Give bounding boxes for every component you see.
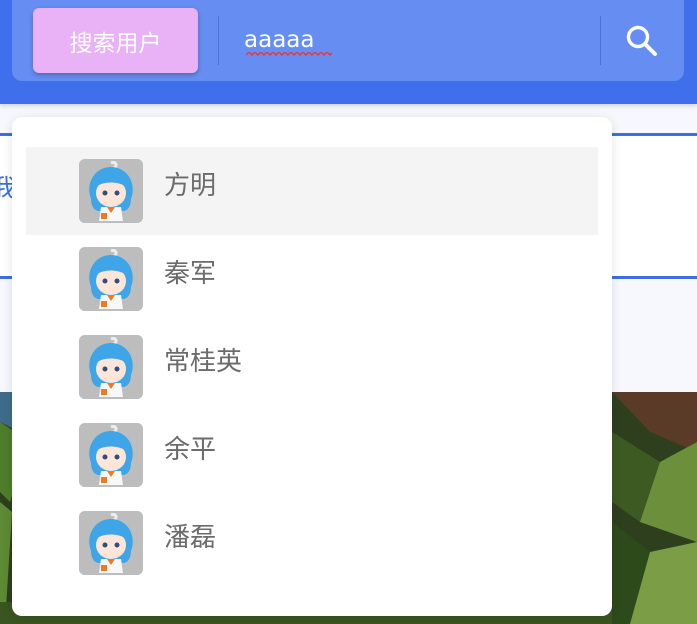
user-name: 方明 [164,171,217,201]
suggestion-item[interactable]: 余平 [26,411,598,499]
user-name: 潘磊 [164,523,217,553]
anime-girl-avatar-icon [79,159,143,223]
spellcheck-underline [246,52,332,56]
user-name: 常桂英 [164,347,243,377]
user-name: 秦军 [164,259,217,289]
anime-girl-avatar-icon [79,511,143,575]
anime-girl-avatar-icon [79,247,143,311]
suggestion-item[interactable]: 方明 [26,147,598,235]
divider [218,16,219,65]
user-name: 余平 [164,435,217,465]
search-button[interactable] [618,20,666,62]
user-suggestions-dropdown: 方明 秦军 常桂英 余平 潘磊 [12,117,612,616]
suggestion-item[interactable]: 潘磊 [26,499,598,587]
top-header: 搜索用户 [0,0,697,104]
divider [600,16,601,65]
anime-girl-avatar-icon [79,423,143,487]
suggestion-item[interactable]: 秦军 [26,235,598,323]
search-icon [626,25,657,56]
anime-girl-avatar-icon [79,335,143,399]
search-users-button[interactable]: 搜索用户 [33,8,198,73]
suggestion-item[interactable]: 常桂英 [26,323,598,411]
search-bar: 搜索用户 [12,0,684,81]
